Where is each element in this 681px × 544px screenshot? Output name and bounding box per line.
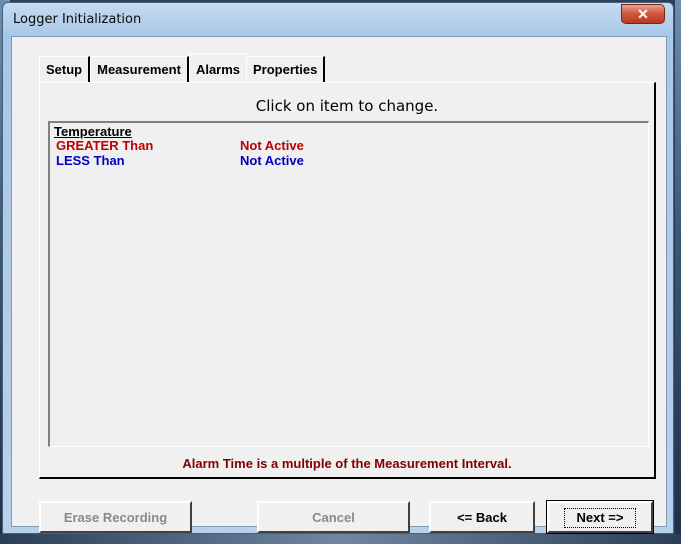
- close-button[interactable]: ✕: [621, 4, 665, 24]
- tab-setup[interactable]: Setup: [39, 56, 91, 82]
- alarm-name: GREATER Than: [56, 138, 154, 153]
- alarm-row-less-than[interactable]: LESS Than Not Active: [56, 153, 304, 168]
- alarm-name: LESS Than: [56, 153, 125, 168]
- close-icon: ✕: [637, 6, 649, 22]
- next-button-label: Next =>: [563, 508, 637, 528]
- dialog-client-area: Setup Measurement Alarms Properties Clic…: [11, 36, 667, 534]
- alarm-list[interactable]: Temperature GREATER Than Not Active LESS…: [48, 121, 649, 447]
- desktop-background-right: [675, 0, 681, 544]
- title-bar[interactable]: Logger Initialization ✕: [3, 3, 673, 37]
- alarm-status: Not Active: [240, 138, 304, 153]
- tab-strip: Setup Measurement Alarms Properties: [39, 53, 326, 82]
- window-title: Logger Initialization: [13, 12, 142, 27]
- alarm-row-greater-than[interactable]: GREATER Than Not Active: [56, 138, 304, 153]
- instruction-text: Click on item to change.: [255, 97, 439, 115]
- tab-alarms[interactable]: Alarms: [188, 53, 247, 82]
- back-button[interactable]: <= Back: [429, 501, 535, 533]
- tab-properties[interactable]: Properties: [246, 56, 326, 82]
- erase-recording-button[interactable]: Erase Recording: [39, 501, 192, 533]
- taskbar-strip: [0, 534, 681, 544]
- alarm-time-note: Alarm Time is a multiple of the Measurem…: [182, 456, 512, 471]
- list-header-temperature: Temperature: [54, 124, 132, 139]
- alarms-tab-panel: Click on item to change. Temperature GRE…: [39, 82, 656, 479]
- alarm-status: Not Active: [240, 153, 304, 168]
- logger-initialization-window: Logger Initialization ✕ Setup Measuremen…: [2, 2, 674, 534]
- cancel-button[interactable]: Cancel: [257, 501, 410, 533]
- tab-measurement[interactable]: Measurement: [90, 56, 189, 82]
- next-button[interactable]: Next =>: [546, 500, 654, 534]
